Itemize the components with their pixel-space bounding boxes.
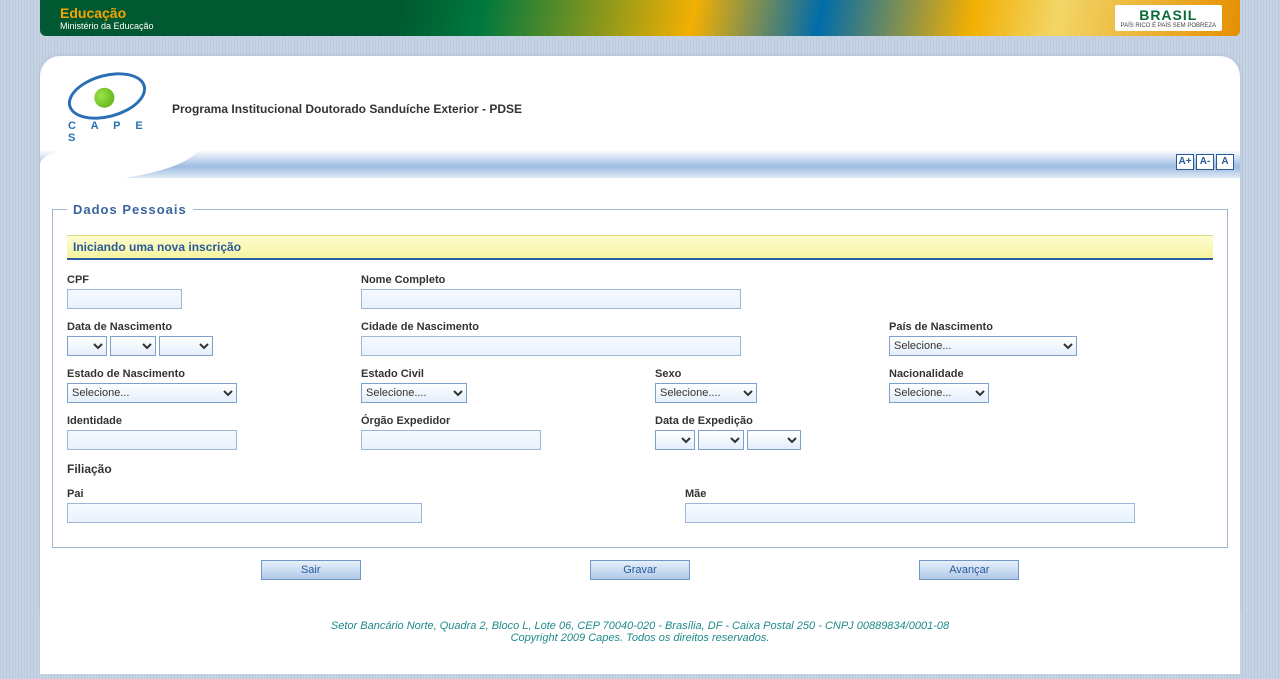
- brasil-logo: BRASIL PAÍS RICO É PAÍS SEM POBREZA: [1115, 5, 1222, 31]
- data-expedicao-field: Data de Expedição: [655, 415, 1213, 450]
- estado-nascimento-select[interactable]: Selecione...: [67, 383, 237, 403]
- capes-logo-text: C A P E S: [68, 120, 152, 144]
- data-expedicao-label: Data de Expedição: [655, 415, 1213, 427]
- gov-topbar: Educação Ministério da Educação BRASIL P…: [40, 0, 1240, 36]
- educacao-block: Educação Ministério da Educação: [40, 1, 174, 35]
- action-buttons-row: Sair Gravar Avançar: [52, 560, 1228, 580]
- cpf-label: CPF: [67, 274, 357, 286]
- pais-nascimento-field: País de Nascimento Selecione...: [889, 321, 1213, 356]
- pai-input[interactable]: [67, 503, 422, 523]
- capes-logo-icon: [63, 64, 152, 127]
- sair-button[interactable]: Sair: [261, 560, 361, 580]
- fieldset-legend: Dados Pessoais: [67, 202, 193, 217]
- brasil-logo-slogan: PAÍS RICO É PAÍS SEM POBREZA: [1121, 23, 1216, 29]
- nome-completo-field: Nome Completo: [361, 274, 885, 309]
- data-expedicao-month-select[interactable]: [698, 430, 744, 450]
- cpf-input[interactable]: [67, 289, 182, 309]
- educacao-title: Educação: [60, 5, 154, 21]
- sexo-label: Sexo: [655, 368, 885, 380]
- cpf-field: CPF: [67, 274, 357, 309]
- footer-address: Setor Bancário Norte, Quadra 2, Bloco L,…: [40, 620, 1240, 632]
- content-area: Dados Pessoais Iniciando uma nova inscri…: [40, 178, 1240, 590]
- identidade-label: Identidade: [67, 415, 357, 427]
- estado-nascimento-field: Estado de Nascimento Selecione...: [67, 368, 357, 403]
- data-expedicao-day-select[interactable]: [655, 430, 695, 450]
- inscricao-banner: Iniciando uma nova inscrição: [67, 235, 1213, 260]
- nacionalidade-label: Nacionalidade: [889, 368, 1213, 380]
- footer: Setor Bancário Norte, Quadra 2, Bloco L,…: [40, 606, 1240, 674]
- data-nascimento-day-select[interactable]: [67, 336, 107, 356]
- identidade-field: Identidade: [67, 415, 357, 450]
- nacionalidade-select[interactable]: Selecione...: [889, 383, 989, 403]
- estado-civil-label: Estado Civil: [361, 368, 651, 380]
- data-nascimento-field: Data de Nascimento: [67, 321, 357, 356]
- brasil-logo-text: BRASIL: [1139, 7, 1197, 23]
- sexo-select[interactable]: Selecione....: [655, 383, 757, 403]
- pais-nascimento-select[interactable]: Selecione...: [889, 336, 1077, 356]
- orgao-expedidor-input[interactable]: [361, 430, 541, 450]
- header-divider-band: A+ A- A: [40, 150, 1240, 178]
- cidade-nascimento-input[interactable]: [361, 336, 741, 356]
- data-nascimento-month-select[interactable]: [110, 336, 156, 356]
- estado-civil-field: Estado Civil Selecione....: [361, 368, 651, 403]
- mae-input[interactable]: [685, 503, 1135, 523]
- pai-field: Pai: [67, 488, 651, 523]
- capes-logo: C A P E S: [62, 74, 152, 144]
- font-increase-button[interactable]: A+: [1176, 154, 1194, 170]
- cidade-nascimento-field: Cidade de Nascimento: [361, 321, 885, 356]
- font-size-controls: A+ A- A: [1176, 154, 1234, 170]
- pai-label: Pai: [67, 488, 651, 500]
- estado-nascimento-label: Estado de Nascimento: [67, 368, 357, 380]
- pais-nascimento-label: País de Nascimento: [889, 321, 1213, 333]
- estado-civil-select[interactable]: Selecione....: [361, 383, 467, 403]
- filiacao-heading: Filiação: [67, 462, 1213, 476]
- nome-completo-label: Nome Completo: [361, 274, 885, 286]
- dados-pessoais-fieldset: Dados Pessoais Iniciando uma nova inscri…: [52, 202, 1228, 548]
- sexo-field: Sexo Selecione....: [655, 368, 885, 403]
- avancar-button[interactable]: Avançar: [919, 560, 1019, 580]
- mae-label: Mãe: [685, 488, 1213, 500]
- app-header: C A P E S Programa Institucional Doutora…: [40, 56, 1240, 148]
- data-nascimento-label: Data de Nascimento: [67, 321, 357, 333]
- data-nascimento-year-select[interactable]: [159, 336, 213, 356]
- orgao-expedidor-field: Órgão Expedidor: [361, 415, 651, 450]
- font-decrease-button[interactable]: A-: [1196, 154, 1214, 170]
- cidade-nascimento-label: Cidade de Nascimento: [361, 321, 885, 333]
- data-expedicao-year-select[interactable]: [747, 430, 801, 450]
- app-title: Programa Institucional Doutorado Sanduíc…: [172, 102, 522, 116]
- nome-completo-input[interactable]: [361, 289, 741, 309]
- mae-field: Mãe: [655, 488, 1213, 523]
- gravar-button[interactable]: Gravar: [590, 560, 690, 580]
- identidade-input[interactable]: [67, 430, 237, 450]
- footer-copyright: Copyright 2009 Capes. Todos os direitos …: [40, 632, 1240, 644]
- page-card: C A P E S Programa Institucional Doutora…: [40, 56, 1240, 610]
- nacionalidade-field: Nacionalidade Selecione...: [889, 368, 1213, 403]
- font-reset-button[interactable]: A: [1216, 154, 1234, 170]
- ministerio-subtitle: Ministério da Educação: [60, 21, 154, 31]
- orgao-expedidor-label: Órgão Expedidor: [361, 415, 651, 427]
